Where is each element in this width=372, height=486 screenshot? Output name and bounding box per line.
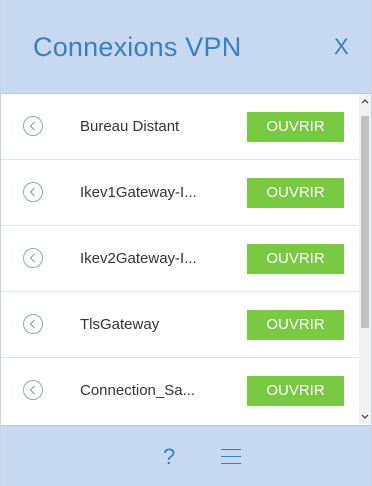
open-button[interactable]: OUVRIR: [247, 112, 344, 142]
list-item: TlsGateway OUVRIR: [1, 292, 359, 358]
help-button[interactable]: ?: [163, 444, 175, 470]
scroll-up-arrow-icon[interactable]: [359, 94, 371, 110]
connection-name: Ikev1Gateway-I...: [80, 184, 197, 201]
scrollbar-thumb[interactable]: [361, 116, 369, 328]
list-item: Ikev2Gateway-I... OUVRIR: [1, 226, 359, 292]
hamburger-menu-icon[interactable]: [221, 447, 241, 465]
chevron-left-icon[interactable]: [23, 182, 43, 202]
connection-name: TlsGateway: [80, 316, 160, 333]
connection-list: Bureau Distant OUVRIR Ikev1Gateway-I... …: [1, 94, 359, 424]
list-item: Connection_Sa... OUVRIR: [1, 358, 359, 424]
open-button[interactable]: OUVRIR: [247, 178, 344, 208]
close-button[interactable]: X: [334, 34, 349, 60]
open-button[interactable]: OUVRIR: [247, 244, 344, 274]
open-button[interactable]: OUVRIR: [247, 376, 344, 406]
chevron-left-icon[interactable]: [23, 314, 43, 334]
footer-bar: ?: [1, 425, 371, 486]
header-bar: Connexions VPN X: [1, 0, 371, 94]
connection-name: Connection_Sa...: [80, 382, 196, 399]
connection-name: Bureau Distant: [80, 118, 180, 135]
chevron-left-icon[interactable]: [23, 248, 43, 268]
scrollbar[interactable]: [359, 94, 371, 424]
scroll-down-arrow-icon[interactable]: [359, 408, 371, 424]
chevron-left-icon[interactable]: [23, 116, 43, 136]
connection-name: Ikev2Gateway-I...: [80, 250, 197, 267]
window-title: Connexions VPN: [33, 32, 242, 62]
list-item: Ikev1Gateway-I... OUVRIR: [1, 160, 359, 226]
open-button[interactable]: OUVRIR: [247, 310, 344, 340]
list-item: Bureau Distant OUVRIR: [1, 94, 359, 160]
chevron-left-icon[interactable]: [23, 380, 43, 400]
vpn-connections-window: Connexions VPN X Bureau Distant OUVRIR I…: [0, 0, 372, 486]
